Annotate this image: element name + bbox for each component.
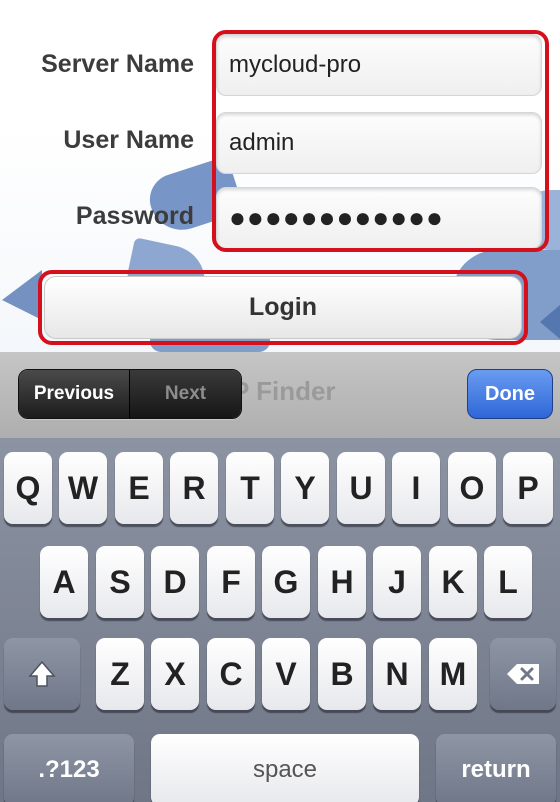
keyboard-accessory-bar: P Finder Previous Next Done — [0, 352, 560, 438]
key-l[interactable]: L — [484, 546, 532, 618]
key-i[interactable]: I — [392, 452, 440, 524]
user-name-label: User Name — [63, 126, 194, 154]
done-button[interactable]: Done — [467, 369, 553, 419]
key-w[interactable]: W — [59, 452, 107, 524]
key-x[interactable]: X — [151, 638, 199, 710]
underlying-title-text: P Finder — [232, 376, 336, 406]
return-key[interactable]: return — [436, 734, 556, 802]
next-button[interactable]: Next — [130, 370, 241, 418]
key-h[interactable]: H — [318, 546, 366, 618]
shift-key[interactable] — [4, 638, 80, 710]
key-a[interactable]: A — [40, 546, 88, 618]
login-highlight-box — [38, 270, 528, 345]
backspace-icon — [490, 638, 556, 710]
key-p[interactable]: P — [503, 452, 553, 524]
key-u[interactable]: U — [337, 452, 385, 524]
key-t[interactable]: T — [226, 452, 274, 524]
shift-icon — [4, 638, 80, 710]
password-label: Password — [75, 202, 194, 230]
space-key[interactable]: space — [151, 734, 419, 802]
key-f[interactable]: F — [207, 546, 255, 618]
key-c[interactable]: C — [207, 638, 255, 710]
key-s[interactable]: S — [96, 546, 144, 618]
previous-next-control: Previous Next — [18, 369, 242, 419]
key-r[interactable]: R — [170, 452, 218, 524]
server-name-label: Server Name — [41, 50, 194, 78]
key-y[interactable]: Y — [281, 452, 329, 524]
key-n[interactable]: N — [373, 638, 421, 710]
key-k[interactable]: K — [429, 546, 477, 618]
login-form-area: Server Name mycloud-pro User Name admin … — [0, 0, 560, 352]
key-q[interactable]: Q — [4, 452, 52, 524]
key-o[interactable]: O — [448, 452, 496, 524]
key-e[interactable]: E — [115, 452, 163, 524]
fields-highlight-box — [212, 30, 549, 252]
background-shape — [2, 270, 42, 320]
key-m[interactable]: M — [429, 638, 477, 710]
onscreen-keyboard: Q W E R T Y U I O P A S D F G H J K L Z … — [0, 438, 560, 802]
key-b[interactable]: B — [318, 638, 366, 710]
key-g[interactable]: G — [262, 546, 310, 618]
key-j[interactable]: J — [373, 546, 421, 618]
previous-button[interactable]: Previous — [19, 370, 130, 418]
delete-key[interactable] — [490, 638, 556, 710]
key-z[interactable]: Z — [96, 638, 144, 710]
numbers-key[interactable]: .?123 — [4, 734, 134, 802]
key-d[interactable]: D — [151, 546, 199, 618]
key-v[interactable]: V — [262, 638, 310, 710]
